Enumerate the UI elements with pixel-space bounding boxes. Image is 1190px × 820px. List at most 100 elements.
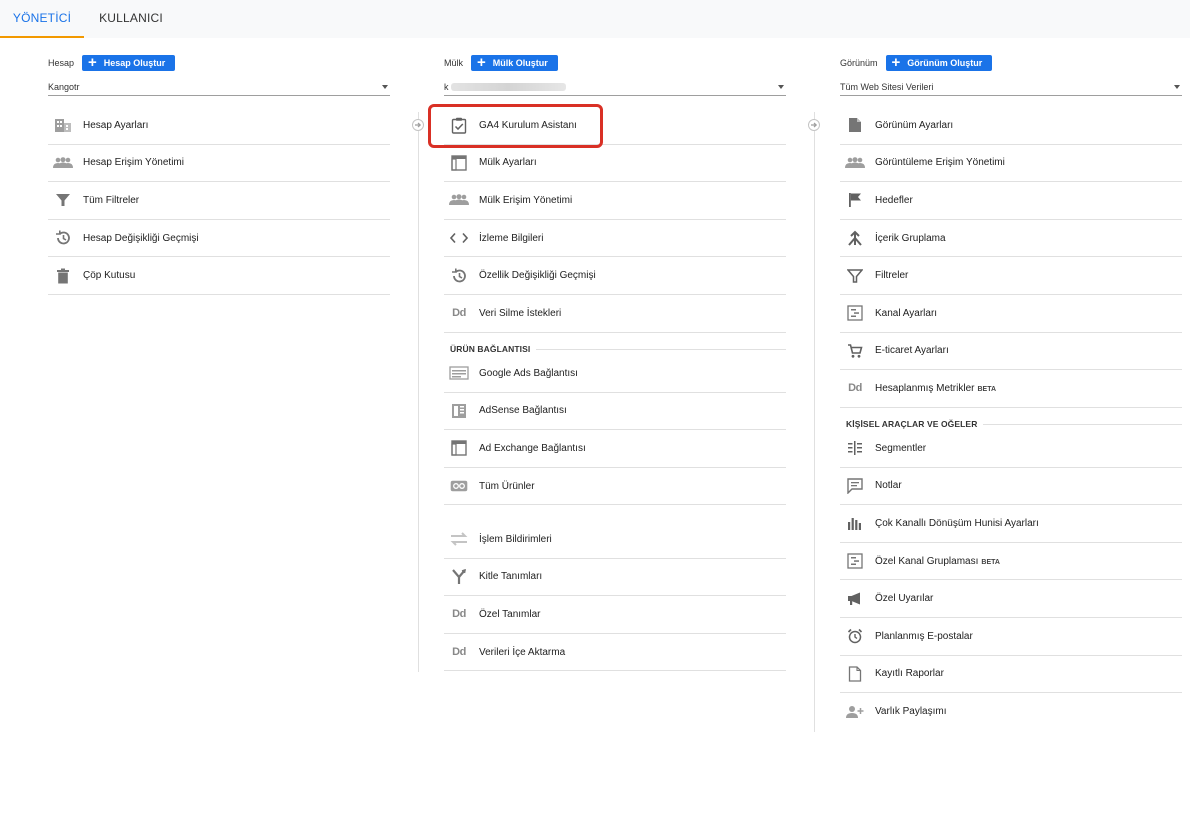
menu-item-trash[interactable]: Çöp Kutusu [48,257,390,295]
caret-down-icon [1174,84,1180,89]
menu-item-label: Görünüm Ayarları [875,119,954,131]
merge-icon [845,228,865,248]
property-other-menu: İşlem Bildirimleri Kitle Tanımları Dd Öz… [444,521,786,672]
menu-item-ad-exchange-link[interactable]: Ad Exchange Bağlantısı [444,430,786,468]
tab-admin[interactable]: YÖNETİCİ [0,0,84,38]
menu-item-postbacks[interactable]: İşlem Bildirimleri [444,521,786,559]
adsense-icon [449,401,469,421]
menu-item-google-ads-link[interactable]: Google Ads Bağlantısı [444,355,786,393]
people-icon [449,190,469,210]
alarm-icon [845,626,865,646]
menu-item-goals[interactable]: Hedefler [840,182,1182,220]
person-add-icon [845,702,865,722]
menu-item-label: Ad Exchange Bağlantısı [479,442,586,454]
filter-icon [845,266,865,286]
menu-item-label: Mülk Erişim Yönetimi [479,194,573,206]
account-selector[interactable]: Kangotr [48,78,390,96]
property-selected-text: k [444,81,449,92]
caret-down-icon [382,84,388,89]
menu-item-label-text: Özel Kanal Gruplaması [875,555,979,567]
menu-item-calculated-metrics[interactable]: Dd Hesaplanmış Metrikler BETA [840,370,1182,408]
menu-item-tracking-info[interactable]: İzleme Bilgileri [444,220,786,258]
code-icon [449,228,469,248]
window-icon [449,153,469,173]
swap-icon [449,529,469,549]
menu-item-view-access[interactable]: Görüntüleme Erişim Yönetimi [840,145,1182,183]
menu-item-label: GA4 Kurulum Asistanı [479,119,577,131]
flag-icon [845,190,865,210]
ads-icon [449,363,469,383]
menu-item-custom-channel-grouping[interactable]: Özel Kanal Gruplaması BETA [840,543,1182,581]
trash-icon [53,266,73,286]
menu-item-account-access[interactable]: Hesap Erişim Yönetimi [48,145,390,183]
menu-item-label: Hesap Ayarları [83,119,149,131]
channel-icon [845,551,865,571]
menu-item-content-grouping[interactable]: İçerik Gruplama [840,220,1182,258]
menu-item-label: Özel Tanımlar [479,608,541,620]
menu-item-data-deletion[interactable]: Dd Veri Silme İstekleri [444,295,786,333]
menu-item-label: Özellik Değişikliği Geçmişi [479,270,596,282]
people-icon [53,153,73,173]
menu-item-notes[interactable]: Notlar [840,468,1182,506]
menu-item-asset-sharing[interactable]: Varlık Paylaşımı [840,693,1182,731]
caret-down-icon [778,84,784,89]
personal-tools-menu: Segmentler Notlar Çok Kanallı Dönüşüm Hu… [840,430,1182,731]
menu-item-property-history[interactable]: Özellik Değişikliği Geçmişi [444,257,786,295]
create-property-label: Mülk Oluştur [492,58,548,68]
megaphone-icon [845,589,865,609]
menu-item-mcf-settings[interactable]: Çok Kanallı Dönüşüm Hunisi Ayarları [840,505,1182,543]
menu-item-audience-definitions[interactable]: Kitle Tanımları [444,559,786,597]
menu-item-custom-alerts[interactable]: Özel Uyarılar [840,580,1182,618]
menu-item-label: Veri Silme İstekleri [479,307,562,319]
menu-item-scheduled-emails[interactable]: Planlanmış E-postalar [840,618,1182,656]
menu-item-label: Planlanmış E-postalar [875,630,973,642]
menu-item-label: İşlem Bildirimleri [479,533,552,545]
menu-item-filters[interactable]: Filtreler [840,257,1182,295]
product-linking-menu: Google Ads Bağlantısı AdSense Bağlantısı… [444,355,786,506]
menu-item-property-settings[interactable]: Mülk Ayarları [444,145,786,183]
property-selector[interactable]: k [444,78,786,96]
property-selected: k [444,82,778,92]
menu-item-segments[interactable]: Segmentler [840,430,1182,468]
dd-icon: Dd [848,382,862,395]
create-view-label: Görünüm Oluştur [907,58,983,68]
menu-item-all-filters[interactable]: Tüm Filtreler [48,182,390,220]
building-icon [53,115,73,135]
file-icon [845,664,865,684]
people-icon [845,153,865,173]
menu-item-property-access[interactable]: Mülk Erişim Yönetimi [444,182,786,220]
menu-item-label: İzleme Bilgileri [479,232,544,244]
menu-item-label: Tüm Ürünler [479,480,535,492]
menu-item-saved-reports[interactable]: Kayıtlı Raporlar [840,656,1182,694]
admin-tab-bar: YÖNETİCİ KULLANICI [0,0,1190,38]
menu-item-all-products[interactable]: Tüm Ürünler [444,468,786,506]
menu-item-view-settings[interactable]: Görünüm Ayarları [840,107,1182,145]
menu-item-adsense-link[interactable]: AdSense Bağlantısı [444,393,786,431]
redacted-property-name [450,83,566,92]
plus-icon: + [891,54,901,71]
create-account-button[interactable]: + Hesap Oluştur [82,55,176,71]
account-header: Hesap + Hesap Oluştur [48,55,176,71]
menu-item-account-history[interactable]: Hesap Değişikliği Geçmişi [48,220,390,258]
segments-icon [845,438,865,458]
menu-item-label: Varlık Paylaşımı [875,706,947,718]
view-selector[interactable]: Tüm Web Sitesi Verileri [840,78,1182,96]
view-selected: Tüm Web Sitesi Verileri [840,81,934,92]
menu-item-label: Hesap Erişim Yönetimi [83,157,184,169]
menu-item-custom-definitions[interactable]: Dd Özel Tanımlar [444,596,786,634]
menu-item-ga4-setup-assistant[interactable]: GA4 Kurulum Asistanı [444,107,786,145]
menu-item-data-import[interactable]: Dd Verileri İçe Aktarma [444,634,786,672]
create-account-label: Hesap Oluştur [103,58,166,68]
menu-item-ecommerce-settings[interactable]: E-ticaret Ayarları [840,333,1182,371]
fork-icon [449,567,469,587]
create-view-button[interactable]: + Görünüm Oluştur [885,54,993,71]
plus-icon: + [477,54,486,71]
menu-item-label: Özel Kanal Gruplaması BETA [875,556,1000,567]
window-icon [449,438,469,458]
menu-item-channel-settings[interactable]: Kanal Ayarları [840,295,1182,333]
create-property-button[interactable]: + Mülk Oluştur [471,55,558,71]
tab-user[interactable]: KULLANICI [94,0,168,38]
menu-item-label: Çöp Kutusu [83,270,136,282]
menu-item-account-settings[interactable]: Hesap Ayarları [48,107,390,145]
view-header: Görünüm + Görünüm Oluştur [840,54,993,71]
